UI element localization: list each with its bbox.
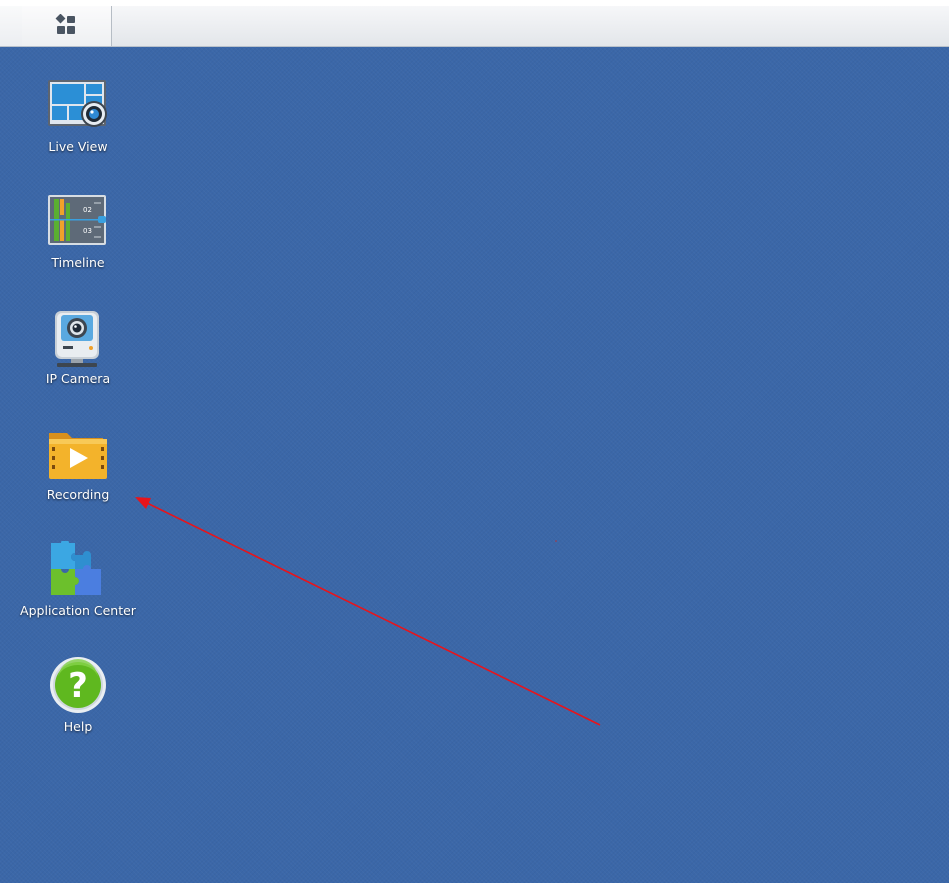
- main-menu-icon: [55, 14, 75, 34]
- live-view-icon: [48, 80, 107, 127]
- desktop-icon-label: Recording: [46, 487, 110, 502]
- application-center-icon: [51, 541, 101, 595]
- svg-text:?: ?: [68, 666, 88, 706]
- help-icon: ?: [50, 657, 106, 713]
- desktop-icon-label: IP Camera: [45, 371, 111, 386]
- main-menu-button[interactable]: [22, 6, 112, 46]
- desktop-icon-label: Timeline: [51, 255, 105, 270]
- desktop-icon-label: Live View: [48, 139, 108, 154]
- ip-camera-icon: [55, 311, 99, 367]
- timeline-track-label: 02: [83, 206, 92, 214]
- taskbar-edge: [0, 6, 23, 46]
- desktop: Live View 02 03 Timeline IP Camera Recor…: [0, 47, 949, 883]
- recording-icon: [49, 433, 107, 479]
- timeline-track-label: 03: [83, 227, 92, 235]
- timeline-icon: 02 03: [48, 195, 106, 245]
- desktop-icon-label: Help: [63, 719, 93, 734]
- screen: Live View 02 03 Timeline IP Camera Recor…: [0, 0, 949, 883]
- taskbar: [0, 6, 949, 47]
- desktop-icon-label: Application Center: [20, 603, 136, 618]
